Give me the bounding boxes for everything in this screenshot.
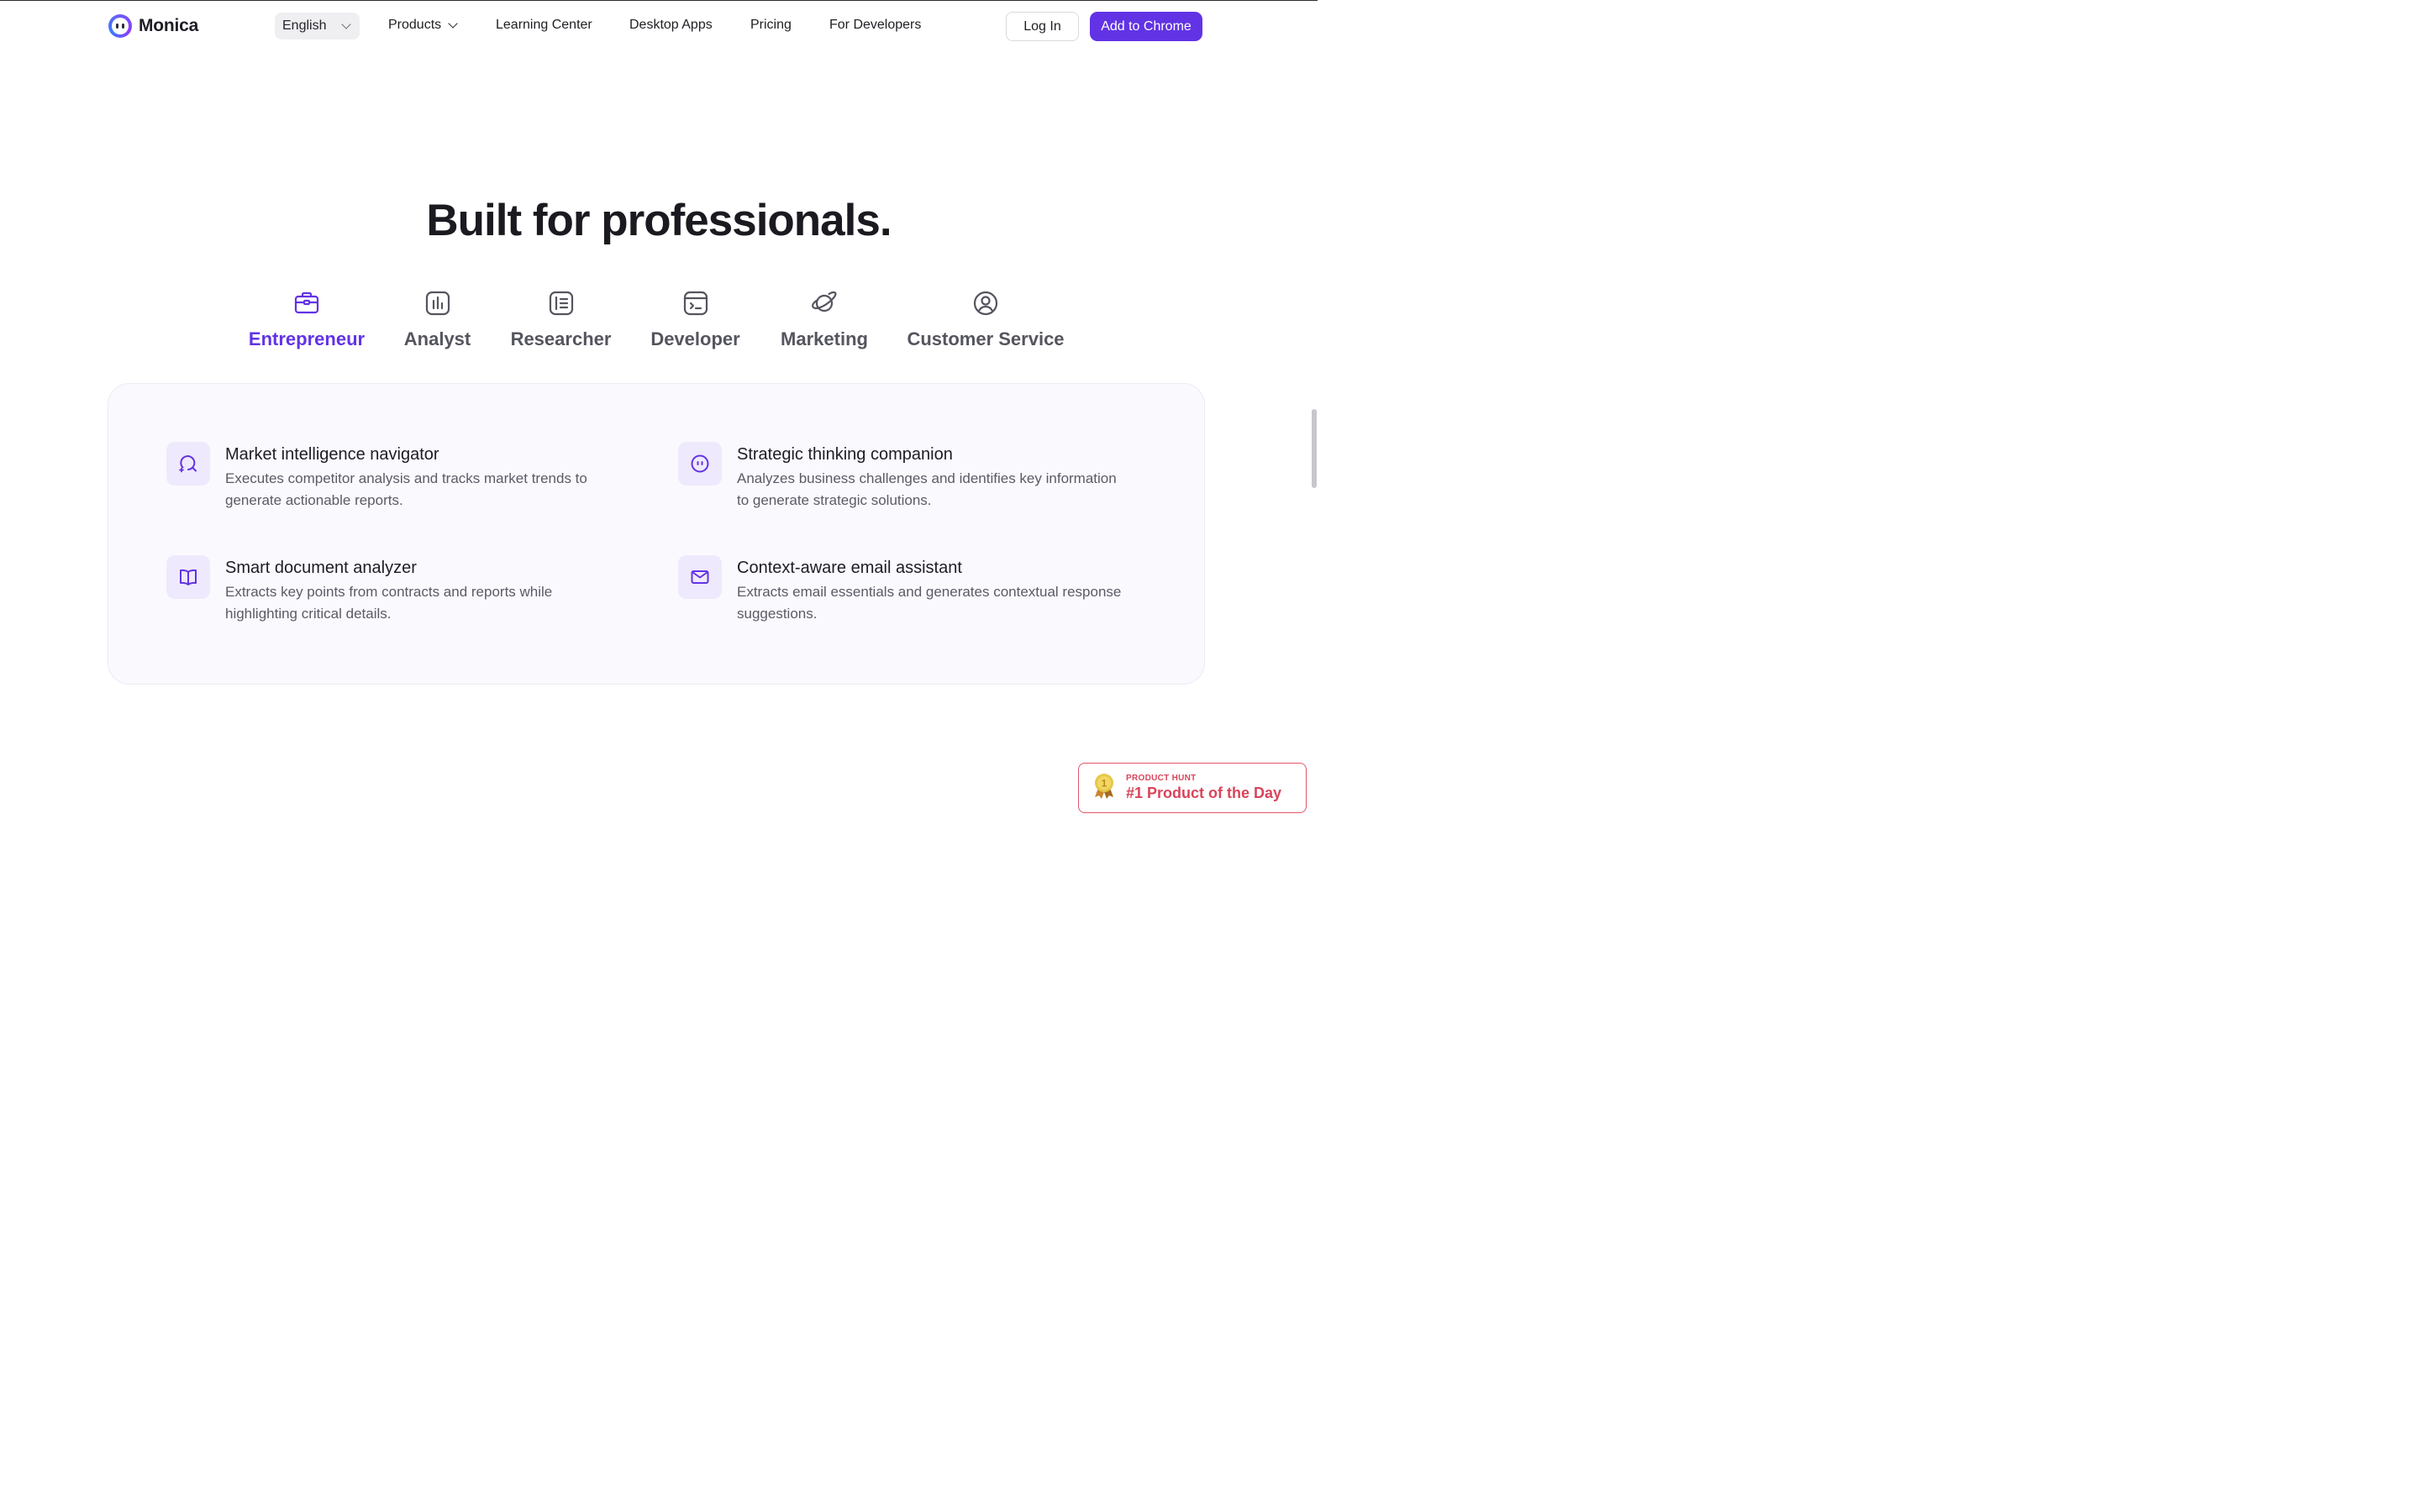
nav-products-label: Products: [388, 18, 442, 32]
chevron-down-icon: [341, 19, 351, 29]
page: Monica English Products Learning Center …: [0, 0, 1318, 823]
nav-learning-label: Learning Center: [496, 18, 592, 32]
features-card: Market intelligence navigator Executes c…: [108, 383, 1205, 685]
tab-researcher[interactable]: Researcher: [510, 289, 612, 350]
search-sparkle-icon: [166, 442, 210, 486]
user-circle-icon: [971, 289, 1000, 318]
tab-entrepreneur[interactable]: Entrepreneur: [248, 289, 366, 350]
feature-description: Extracts email essentials and generates …: [737, 584, 1122, 622]
tab-developer[interactable]: Developer: [650, 289, 740, 350]
add-to-chrome-button[interactable]: Add to Chrome: [1090, 12, 1202, 41]
language-select[interactable]: English: [275, 13, 360, 39]
tab-label: Developer: [650, 328, 740, 349]
feature-title: Context-aware email assistant: [737, 559, 962, 577]
feature-email-assistant: Context-aware email assistant Extracts e…: [678, 555, 1121, 625]
robot-face-icon: [678, 442, 722, 486]
feature-market-intelligence: Market intelligence navigator Executes c…: [166, 442, 587, 512]
feature-title: Smart document analyzer: [225, 559, 417, 577]
tab-customer-service[interactable]: Customer Service: [907, 289, 1065, 350]
nav-developers-label: For Developers: [829, 18, 922, 32]
nav-learning-center[interactable]: Learning Center: [496, 18, 592, 33]
open-book-icon: [166, 555, 210, 599]
top-navigation: Monica English Products Learning Center …: [0, 1, 1318, 50]
tab-label: Researcher: [510, 328, 612, 349]
language-value: English: [282, 18, 327, 33]
feature-description: Extracts key points from contracts and r…: [225, 584, 553, 622]
tab-analyst[interactable]: Analyst: [403, 289, 471, 350]
tab-marketing[interactable]: Marketing: [781, 289, 868, 350]
planet-icon: [810, 289, 839, 318]
logo-text: Monica: [139, 16, 199, 35]
document-list-icon: [547, 289, 576, 318]
login-button[interactable]: Log In: [1006, 12, 1079, 41]
medal-icon: 1: [1092, 772, 1116, 805]
feature-strategic-thinking: Strategic thinking companion Analyzes bu…: [678, 442, 1117, 512]
nav-desktop-label: Desktop Apps: [629, 18, 713, 32]
nav-for-developers[interactable]: For Developers: [829, 18, 921, 33]
feature-title: Strategic thinking companion: [737, 445, 953, 464]
section-title: Built for professionals.: [426, 196, 892, 245]
tab-label: Entrepreneur: [248, 328, 366, 349]
terminal-icon: [681, 289, 710, 318]
tab-label: Analyst: [403, 328, 471, 349]
nav-desktop-apps[interactable]: Desktop Apps: [629, 18, 713, 33]
product-hunt-label: PRODUCT HUNT: [1126, 774, 1197, 783]
feature-title: Market intelligence navigator: [225, 445, 439, 464]
bar-chart-icon: [424, 289, 452, 318]
nav-pricing-label: Pricing: [750, 18, 792, 32]
chevron-down-icon: [448, 18, 458, 29]
product-hunt-badge[interactable]: 1 PRODUCT HUNT #1 Product of the Day: [1078, 763, 1307, 813]
nav-products[interactable]: Products: [388, 18, 458, 33]
monica-logo-icon: [108, 14, 132, 38]
medal-number: 1: [1102, 777, 1107, 789]
feature-description: Executes competitor analysis and tracks …: [225, 470, 587, 508]
envelope-icon: [678, 555, 722, 599]
feature-document-analyzer: Smart document analyzer Extracts key poi…: [166, 555, 552, 625]
tab-label: Marketing: [781, 328, 868, 349]
feature-description: Analyzes business challenges and identif…: [737, 470, 1117, 508]
tab-label: Customer Service: [907, 328, 1065, 349]
page-scrollbar-thumb[interactable]: [1312, 409, 1317, 488]
logo[interactable]: Monica: [108, 14, 198, 38]
briefcase-icon: [292, 289, 321, 318]
nav-pricing[interactable]: Pricing: [750, 18, 792, 33]
product-hunt-title: #1 Product of the Day: [1126, 785, 1282, 801]
